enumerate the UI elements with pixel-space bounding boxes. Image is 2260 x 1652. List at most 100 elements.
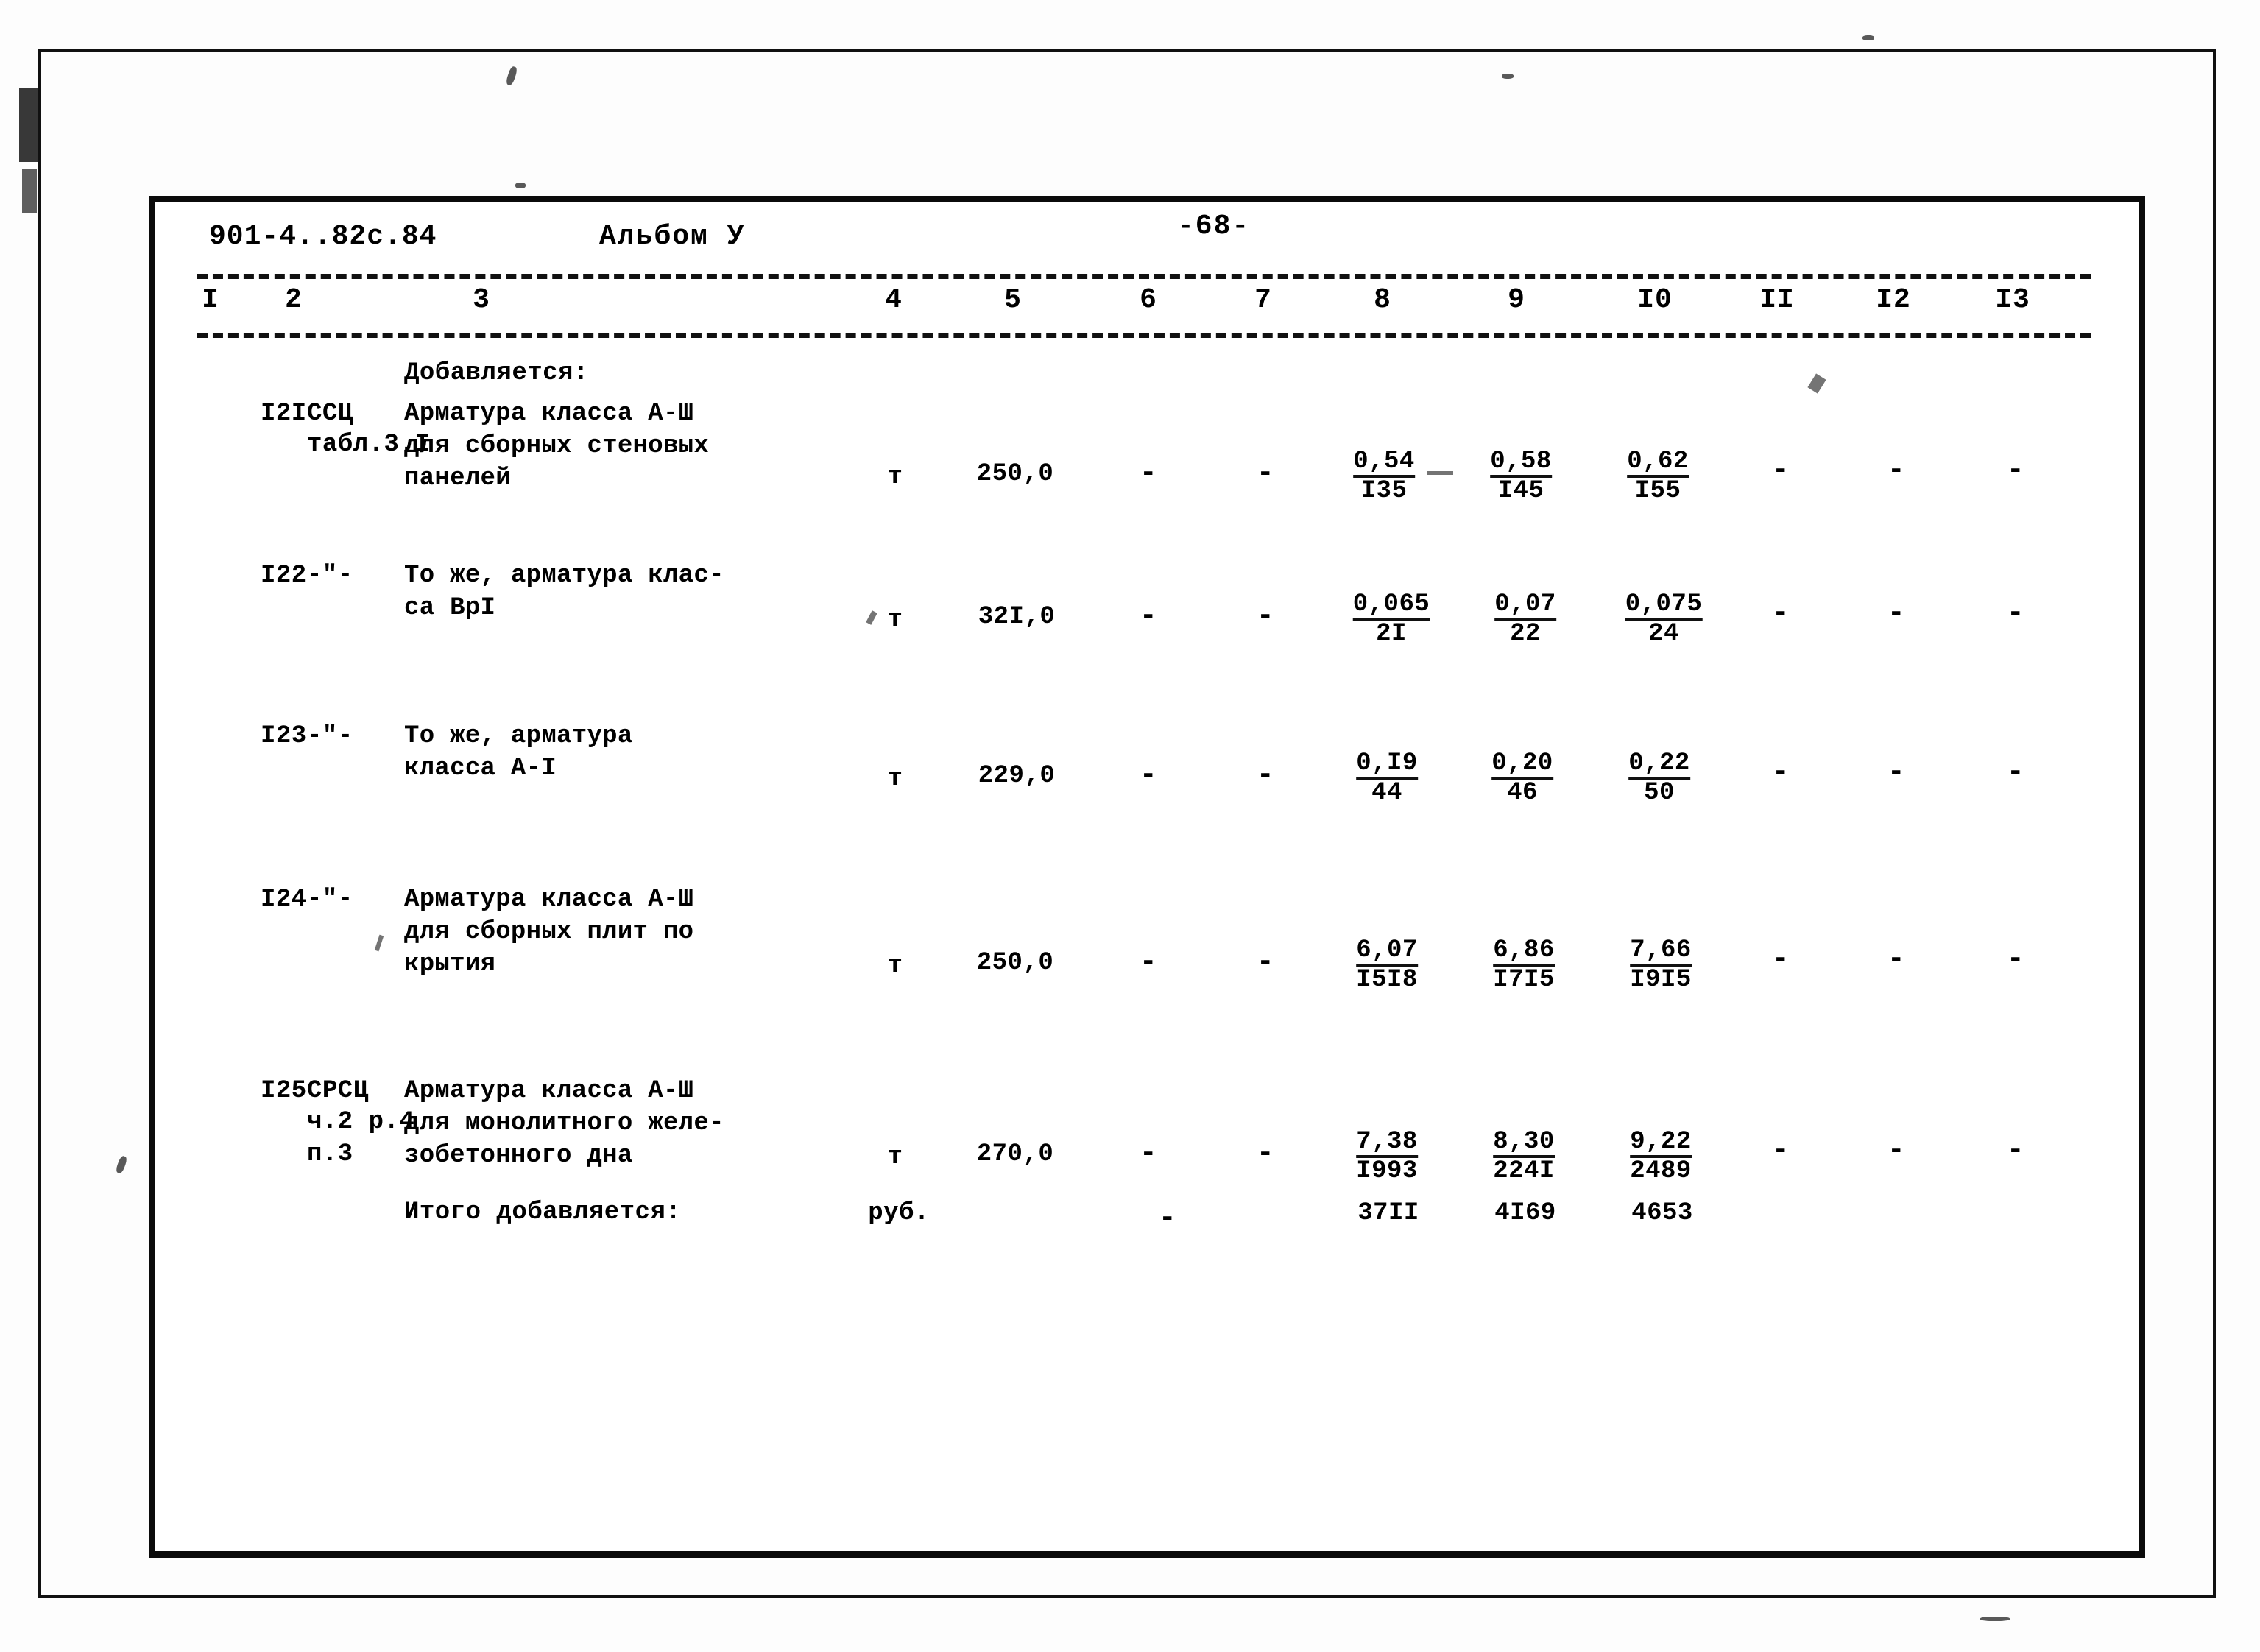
row-col8-denominator: I5I8 [1356,964,1418,992]
column-header-4: 4 [885,284,903,316]
row-col10-fraction: 0,22 50 [1628,751,1690,805]
row-col8-denominator: I35 [1353,475,1415,504]
section-note: Добавляется: [404,359,589,387]
total-col9: 4I69 [1494,1199,1556,1227]
row-col9-denominator: 22 [1494,618,1556,646]
column-header-5: 5 [1004,284,1022,316]
row-col6: - [1139,1137,1158,1171]
row-col7: - [1256,946,1275,979]
row-col9-denominator: I7I5 [1493,964,1555,992]
row-col6: - [1139,946,1158,979]
row-col10-denominator: 2489 [1630,1155,1692,1184]
row-col9-fraction: 0,58 I45 [1490,449,1552,504]
row-col8-denominator: 2I [1352,618,1430,646]
row-description: То же, арматура клас- са ВрI [404,562,724,622]
row-col7: - [1256,1137,1275,1171]
row-col8-denominator: I993 [1356,1155,1418,1184]
row-col13: - [2006,756,2025,789]
row-col9-numerator: 8,30 [1493,1128,1555,1156]
row-description: Арматура класса А-Ш для монолитного желе… [404,1077,724,1170]
row-unit: т [887,1143,903,1171]
row-col10-denominator: I9I5 [1630,964,1692,992]
scanned-document-page: 901-4..82с.84 Альбом У -68- I 2 3 4 5 6 … [0,0,2260,1652]
row-col7: - [1256,600,1275,633]
row-col8-fraction: 0,065 2I [1352,590,1430,646]
row-col9-fraction: 6,86 I7I5 [1493,938,1555,992]
row-col6: - [1139,457,1158,490]
row-col12: - [1887,454,1906,487]
total-col8: 37II [1357,1199,1419,1227]
document-code: 901-4..82с.84 [209,221,437,253]
row-quantity: 229,0 [978,762,1056,790]
row-col11: - [1771,454,1790,487]
row-quantity: 32I,0 [978,603,1056,631]
row-col9-fraction: 0,07 22 [1494,592,1556,646]
row-col8-numerator: 0,54 [1353,448,1415,476]
row-col10-numerator: 0,22 [1628,749,1690,777]
row-number: I23 [261,722,307,750]
row-col11: - [1771,1134,1790,1168]
row-col13: - [2006,454,2025,487]
column-header-8: 8 [1374,284,1391,316]
row-col9-denominator: I45 [1490,475,1552,504]
row-col10-fraction: 9,22 2489 [1630,1129,1692,1184]
row-col11: - [1771,756,1790,789]
row-number: I22 [261,562,307,590]
row-col12: - [1887,943,1906,976]
column-header-2: 2 [285,284,303,316]
row-description: Арматура класса А-Ш для сборных стеновых… [404,400,710,493]
column-header-1: I [202,284,219,316]
row-reference: -"- [307,722,353,750]
row-unit: т [887,463,903,491]
column-header-7: 7 [1254,284,1272,316]
column-header-10: I0 [1637,284,1673,316]
row-col8-denominator: 44 [1356,777,1418,805]
total-unit: руб. [868,1199,930,1227]
row-col12: - [1887,756,1906,789]
row-reference: ССЦ [307,400,353,428]
total-label: Итого добавляется: [404,1199,682,1226]
row-number: I2I [261,400,307,428]
row-unit: т [887,765,903,793]
row-col8-fraction: 6,07 I5I8 [1356,938,1418,992]
column-header-6: 6 [1140,284,1157,316]
column-header-9: 9 [1508,284,1525,316]
row-col13: - [2006,597,2025,630]
page-number: -68- [1177,211,1251,242]
row-number: I25 [261,1077,307,1105]
row-col9-numerator: 0,58 [1490,448,1552,476]
row-col8-numerator: 0,I9 [1356,749,1418,777]
row-col13: - [2006,943,2025,976]
row-col11: - [1771,597,1790,630]
row-quantity: 250,0 [976,460,1054,488]
scan-speck [1862,35,1874,40]
column-header-12: I2 [1876,284,1911,316]
row-description: Арматура класса А-Ш для сборных плит по … [404,886,694,978]
scan-speck [1980,1617,2010,1621]
column-header-row: I 2 3 4 5 6 7 8 9 I0 II I2 I3 [158,284,2136,331]
row-col10-numerator: 9,22 [1630,1128,1692,1156]
row-col10-denominator: I55 [1627,475,1689,504]
row-col12: - [1887,597,1906,630]
row-col10-fraction: 0,62 I55 [1627,449,1689,504]
row-reference: -"- [307,562,353,590]
row-quantity: 270,0 [976,1140,1054,1168]
row-col10-numerator: 0,075 [1625,590,1703,618]
scan-edge-artifact [19,88,38,162]
row-quantity: 250,0 [976,949,1054,977]
scan-speck [515,183,526,188]
stray-pencil-mark [1427,471,1453,475]
row-col9-numerator: 0,20 [1491,749,1553,777]
row-col11: - [1771,943,1790,976]
row-reference: СРСЦ [307,1077,369,1105]
row-col13: - [2006,1134,2025,1168]
row-reference-2: ч.2 р.4 п.3 [307,1108,415,1168]
header-rule-bottom [197,333,2091,338]
row-col12: - [1887,1134,1906,1168]
row-col7: - [1256,759,1275,792]
row-reference: -"- [307,886,353,914]
row-col9-numerator: 6,86 [1493,936,1555,964]
header-rule-top [197,274,2091,279]
row-col8-numerator: 0,065 [1352,590,1430,618]
row-col6: - [1139,600,1158,633]
